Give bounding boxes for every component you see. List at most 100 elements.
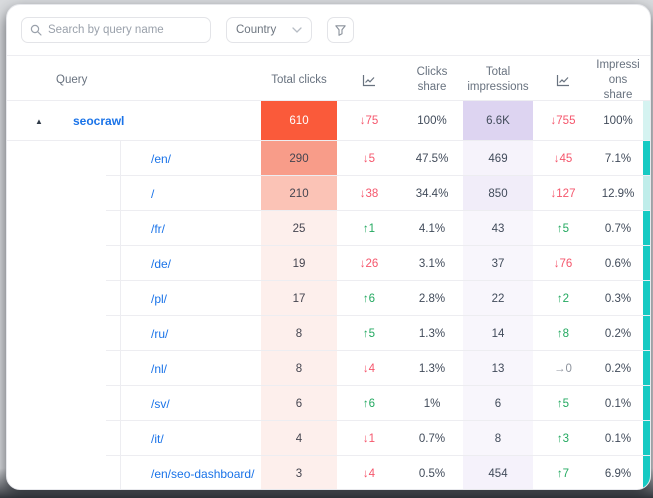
query-link[interactable]: /it/	[151, 432, 164, 446]
country-select-label: Country	[236, 24, 276, 36]
total-clicks-cell: 19	[261, 246, 337, 281]
total-clicks-value: 610	[289, 115, 308, 127]
total-clicks-value: 4	[296, 433, 302, 445]
table-row: ▲ seocrawl 610 ↓75 100% 6.6K ↓755 100%	[7, 101, 650, 141]
total-clicks-value: 25	[293, 223, 306, 235]
total-impressions-cell: 8	[463, 421, 533, 456]
impressions-share-cell: 0.2%	[593, 316, 643, 351]
column-header-impressions-share[interactable]: Impressions share	[593, 56, 643, 105]
total-clicks-value: 8	[296, 363, 302, 375]
toolbar: Country	[7, 5, 650, 56]
clicks-share-cell: 34.4%	[401, 176, 463, 211]
line-chart-icon	[362, 74, 376, 87]
impressions-share-cell: 0.7%	[593, 211, 643, 246]
query-link[interactable]: /nl/	[151, 362, 167, 376]
impressions-trend-cell: ↑3	[533, 421, 593, 456]
impressions-trend-cell: ↑7	[533, 456, 593, 490]
query-link[interactable]: /pl/	[151, 292, 167, 306]
clicks-trend-value: ↑6	[363, 293, 375, 305]
clicks-share-cell: 0.5%	[401, 456, 463, 490]
impressions-trend-cell: ↓127	[533, 176, 593, 211]
total-clicks-value: 19	[293, 258, 306, 270]
query-link[interactable]: /en/	[151, 152, 171, 166]
impressions-trend-value: →0	[554, 363, 572, 375]
heat-bar	[643, 101, 650, 141]
clicks-share-cell: 2.8%	[401, 281, 463, 316]
query-cell: ▲ /pl/	[21, 281, 261, 316]
clicks-trend-value: ↓1	[363, 433, 375, 445]
clicks-share-cell: 1%	[401, 386, 463, 421]
clicks-trend-cell: ↓5	[337, 141, 401, 176]
column-header-clicks-trend[interactable]	[337, 56, 401, 105]
query-link[interactable]: /fr/	[151, 222, 165, 236]
query-link[interactable]: /	[151, 187, 154, 201]
total-impressions-cell: 43	[463, 211, 533, 246]
table-row: ▲ /it/ 4 ↓1 0.7% 8 ↑3 0.1%	[7, 421, 650, 456]
heat-bar-cell	[643, 246, 650, 281]
table-row: ▲ /pl/ 17 ↑6 2.8% 22 ↑2 0.3%	[7, 281, 650, 316]
impressions-share-cell: 100%	[593, 101, 643, 141]
total-impressions-cell: 469	[463, 141, 533, 176]
column-header-clicks-share[interactable]: Clicks share	[401, 56, 463, 105]
query-link[interactable]: /en/seo-dashboard/	[151, 467, 254, 481]
total-clicks-cell: 290	[261, 141, 337, 176]
total-clicks-cell: 8	[261, 351, 337, 386]
query-link[interactable]: seocrawl	[73, 114, 124, 128]
clicks-share-cell: 100%	[401, 101, 463, 141]
impressions-trend-cell: ↓45	[533, 141, 593, 176]
country-select[interactable]: Country	[226, 17, 312, 43]
total-impressions-cell: 6.6K	[463, 101, 533, 141]
impressions-share-cell: 0.6%	[593, 246, 643, 281]
query-cell: ▲ /fr/	[21, 211, 261, 246]
chevron-down-icon	[292, 27, 302, 33]
heat-bar-cell	[643, 211, 650, 246]
clicks-trend-value: ↓38	[360, 188, 379, 200]
query-link[interactable]: /de/	[151, 257, 171, 271]
total-impressions-value: 37	[492, 258, 505, 270]
impressions-trend-cell: ↑8	[533, 316, 593, 351]
clicks-share-cell: 47.5%	[401, 141, 463, 176]
clicks-trend-value: ↓26	[360, 258, 379, 270]
impressions-trend-value: ↓127	[551, 188, 576, 200]
clicks-trend-value: ↓75	[360, 115, 379, 127]
heat-bar	[643, 316, 650, 351]
table-row: ▲ /en/ 290 ↓5 47.5% 469 ↓45 7.1%	[7, 141, 650, 176]
column-header-total-clicks[interactable]: Total clicks	[261, 56, 337, 105]
heat-bar	[643, 386, 650, 421]
search-input[interactable]	[48, 24, 202, 36]
funnel-icon	[334, 24, 347, 37]
heat-bar-cell	[643, 386, 650, 421]
heat-bar	[643, 421, 650, 456]
total-impressions-cell: 13	[463, 351, 533, 386]
total-clicks-value: 3	[296, 468, 302, 480]
clicks-trend-value: ↓4	[363, 363, 375, 375]
impressions-trend-cell: →0	[533, 351, 593, 386]
total-impressions-cell: 454	[463, 456, 533, 490]
filter-button[interactable]	[327, 17, 354, 43]
impressions-trend-value: ↑7	[557, 468, 569, 480]
magnifier-icon	[30, 24, 42, 36]
column-header-query[interactable]: Query	[21, 56, 261, 105]
query-link[interactable]: /ru/	[151, 327, 168, 341]
query-link[interactable]: /sv/	[151, 397, 170, 411]
total-impressions-value: 22	[492, 293, 505, 305]
impressions-share-cell: 12.9%	[593, 176, 643, 211]
column-header-total-impressions[interactable]: Total impressions	[463, 56, 533, 105]
impressions-trend-value: ↑5	[557, 398, 569, 410]
table-row: ▲ /nl/ 8 ↓4 1.3% 13 →0 0.2%	[7, 351, 650, 386]
impressions-trend-value: ↓45	[554, 153, 573, 165]
total-clicks-value: 210	[289, 188, 308, 200]
total-impressions-cell: 37	[463, 246, 533, 281]
total-clicks-value: 6	[296, 398, 302, 410]
clicks-trend-cell: ↓1	[337, 421, 401, 456]
column-header-spacer	[643, 56, 650, 105]
total-impressions-value: 6.6K	[486, 115, 510, 127]
heat-bar-cell	[643, 316, 650, 351]
heat-bar	[643, 211, 650, 246]
table-row: ▲ /en/seo-dashboard/ 3 ↓4 0.5% 454 ↑7 6.…	[7, 456, 650, 490]
column-header-impressions-trend[interactable]	[533, 56, 593, 105]
query-cell: ▲ seocrawl	[21, 101, 261, 141]
caret-up-icon[interactable]: ▲	[35, 117, 61, 126]
heat-bar	[643, 141, 650, 176]
impressions-share-cell: 0.3%	[593, 281, 643, 316]
